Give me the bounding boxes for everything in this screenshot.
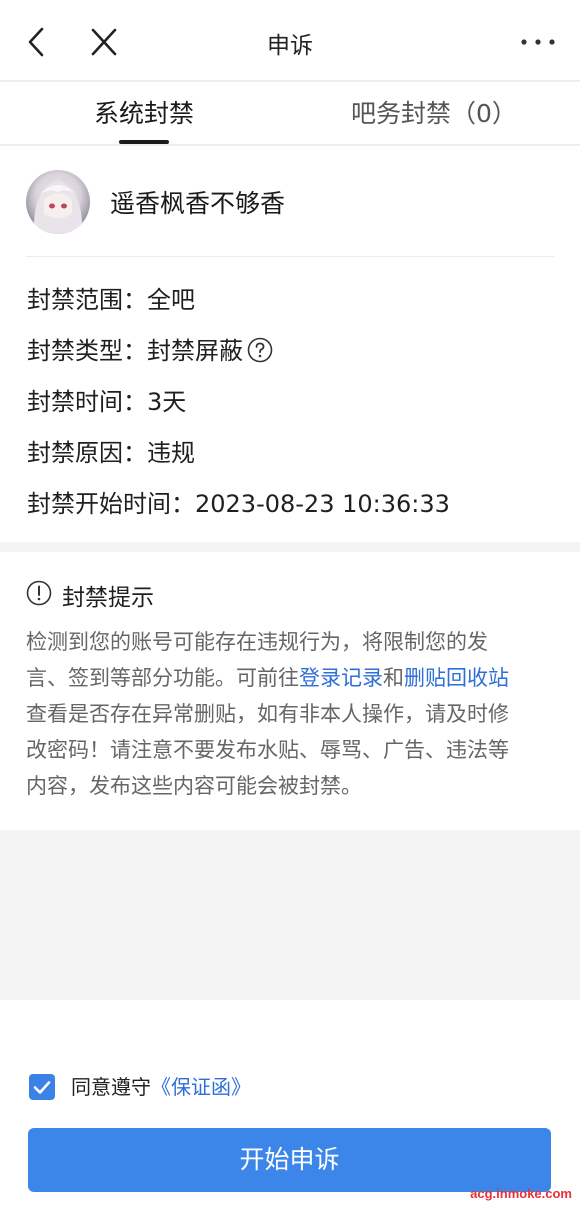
ban-reason: 封禁原因：违规: [27, 439, 195, 467]
ban-type-row: 封禁类型：封禁屏蔽: [27, 331, 273, 366]
agree-label: 同意遵守: [71, 1075, 151, 1099]
appeal-page: 申诉 系统封禁 吧务封禁（0） 遥香枫香不够香 封禁范围：全吧 封禁类型：封禁屏…: [0, 0, 580, 1209]
page-title: 申诉: [267, 33, 313, 59]
active-tab-indicator: [119, 140, 169, 144]
tab-bar-admin-ban[interactable]: 吧务封禁（0）: [351, 96, 517, 132]
empty-panel: [0, 830, 580, 1000]
username: 遥香枫香不够香: [110, 189, 286, 218]
ban-duration: 封禁时间：3天: [27, 388, 187, 416]
notice-line: 内容，发布这些内容可能会被封禁。: [26, 774, 362, 798]
section-separator: [0, 542, 580, 552]
notice-text: 和: [383, 666, 404, 690]
top-navbar: 申诉: [0, 0, 580, 82]
notice-line: 查看是否存在异常删贴，如有非本人操作，请及时修: [26, 702, 509, 726]
question-icon[interactable]: [247, 337, 273, 363]
guarantee-letter-link[interactable]: 《保证函》: [151, 1075, 251, 1099]
alert-circle-icon: [26, 580, 52, 606]
ban-scope: 封禁范围：全吧: [27, 286, 195, 314]
agreement-text: 同意遵守《保证函》: [71, 1074, 251, 1100]
check-icon: [33, 1081, 51, 1094]
ban-type: 封禁类型：封禁屏蔽: [27, 337, 243, 365]
ban-start-time: 封禁开始时间：2023-08-23 10:36:33: [27, 490, 450, 518]
notice-body: 检测到您的账号可能存在违规行为，将限制您的发 言、签到等部分功能。可前往登录记录…: [26, 624, 556, 804]
avatar: [26, 170, 90, 234]
user-profile: 遥香枫香不够香: [0, 146, 580, 257]
start-appeal-button[interactable]: 开始申诉: [28, 1128, 551, 1192]
avatar-image: [33, 174, 83, 234]
notice-line: 检测到您的账号可能存在违规行为，将限制您的发: [26, 630, 488, 654]
notice-line: 改密码！请注意不要发布水贴、辱骂、广告、违法等: [26, 738, 509, 762]
agree-checkbox[interactable]: [29, 1074, 55, 1100]
notice-text: 言、签到等部分功能。可前往: [26, 666, 299, 690]
tab-system-ban[interactable]: 系统封禁: [94, 96, 194, 132]
deleted-posts-recycle-link[interactable]: 删贴回收站: [404, 666, 509, 690]
divider: [26, 256, 554, 257]
notice-line: 言、签到等部分功能。可前往登录记录和删贴回收站: [26, 660, 556, 696]
notice-title: 封禁提示: [62, 585, 154, 611]
more-horizontal-icon[interactable]: [520, 32, 556, 52]
ban-type-tabs: 系统封禁 吧务封禁（0）: [0, 82, 580, 146]
login-records-link[interactable]: 登录记录: [299, 666, 383, 690]
watermark: acg.inmoke.com: [470, 1186, 572, 1201]
